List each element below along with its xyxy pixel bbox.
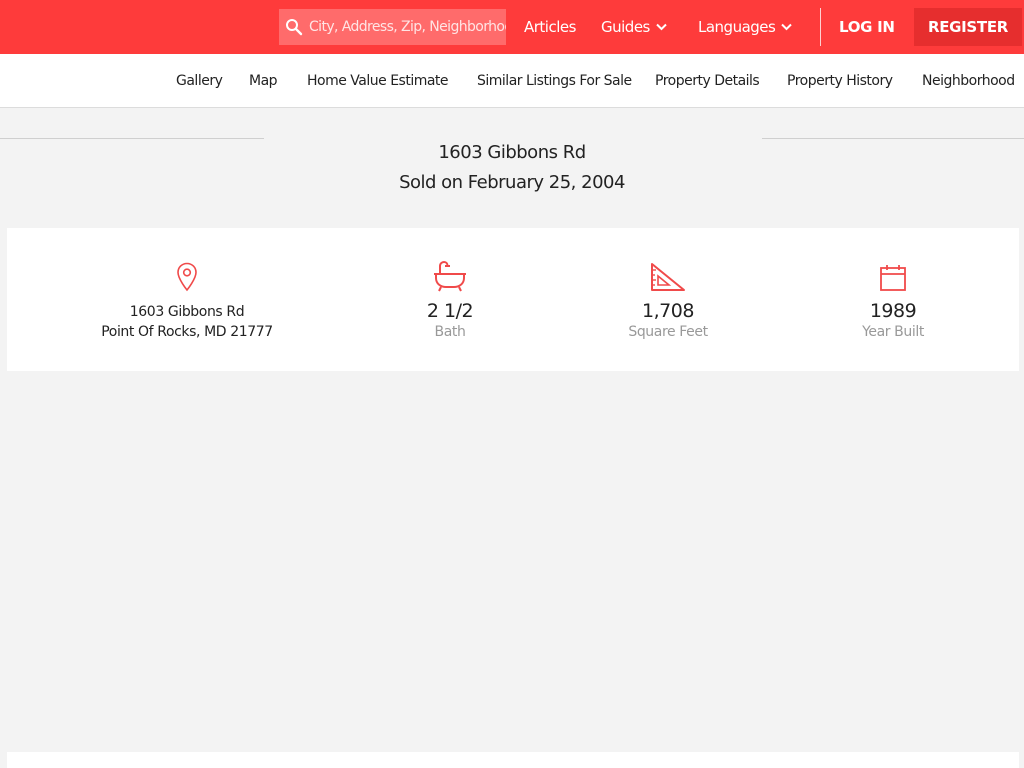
title-rule-right <box>762 138 1024 139</box>
nav-guides-label: Guides <box>601 18 650 36</box>
set-square-icon <box>558 258 778 292</box>
stat-bath: 2 1/2 Bath <box>340 228 560 340</box>
year-built-value: 1989 <box>869 300 917 322</box>
subnav-home-value-estimate[interactable]: Home Value Estimate <box>307 54 449 107</box>
nav-guides[interactable]: Guides <box>601 0 667 54</box>
content-panel <box>7 752 1019 768</box>
address-line-2: Point Of Rocks, MD 21777 <box>101 324 273 340</box>
map-pin-icon <box>77 258 297 292</box>
nav-languages-label: Languages <box>698 18 776 36</box>
subnav-neighborhood[interactable]: Neighborhood <box>922 54 1015 107</box>
bathtub-icon <box>340 258 560 292</box>
property-subnav: Gallery Map Home Value Estimate Similar … <box>0 54 1024 108</box>
bath-label: Bath <box>434 324 466 340</box>
nav-articles-label: Articles <box>524 18 576 36</box>
address-line-1: 1603 Gibbons Rd <box>129 304 245 320</box>
property-summary-card: 1603 Gibbons Rd Point Of Rocks, MD 21777… <box>7 228 1019 371</box>
square-feet-value: 1,708 <box>642 300 694 322</box>
nav-languages[interactable]: Languages <box>698 0 793 54</box>
top-header: Articles Guides Languages LOG IN REGISTE… <box>0 0 1024 54</box>
nav-articles[interactable]: Articles <box>524 0 576 54</box>
stat-square-feet: 1,708 Square Feet <box>558 228 778 340</box>
login-button[interactable]: LOG IN <box>839 0 895 54</box>
bath-value: 2 1/2 <box>426 300 474 322</box>
subnav-property-details[interactable]: Property Details <box>655 54 760 107</box>
listing-title: 1603 Gibbons Rd <box>438 142 586 163</box>
search-icon <box>279 9 309 45</box>
subnav-gallery[interactable]: Gallery <box>176 54 223 107</box>
listing-sold-date: Sold on February 25, 2004 <box>399 172 625 193</box>
search-box[interactable] <box>279 9 506 45</box>
subnav-property-history[interactable]: Property History <box>787 54 893 107</box>
subnav-map[interactable]: Map <box>249 54 278 107</box>
year-built-label: Year Built <box>862 324 924 340</box>
register-button[interactable]: REGISTER <box>914 8 1022 46</box>
chevron-down-icon <box>656 23 667 31</box>
square-feet-label: Square Feet <box>628 324 708 340</box>
search-input[interactable] <box>309 9 506 45</box>
calendar-icon <box>783 258 1003 292</box>
stat-address: 1603 Gibbons Rd Point Of Rocks, MD 21777 <box>77 228 297 340</box>
stat-year-built: 1989 Year Built <box>783 228 1003 340</box>
title-rule-left <box>0 138 264 139</box>
chevron-down-icon <box>781 23 793 31</box>
header-divider <box>820 8 821 46</box>
subnav-similar-listings[interactable]: Similar Listings For Sale <box>477 54 632 107</box>
